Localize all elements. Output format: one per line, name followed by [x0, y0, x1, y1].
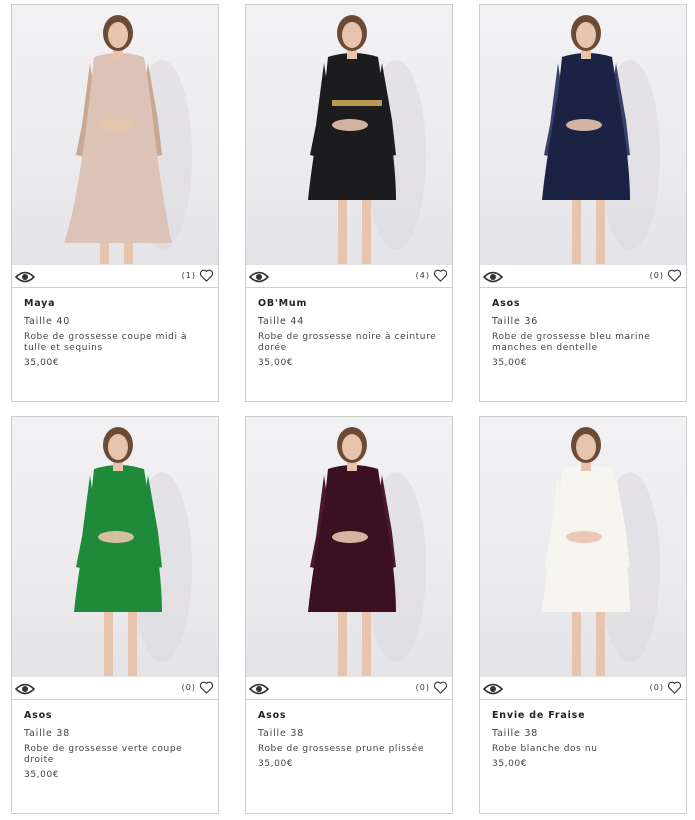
product-brand[interactable]: Maya — [24, 297, 208, 310]
eye-icon[interactable] — [482, 269, 504, 283]
like-count: (4) — [415, 271, 430, 280]
product-size: Taille 38 — [24, 728, 71, 739]
product-photo[interactable] — [480, 417, 686, 676]
product-photo[interactable] — [12, 5, 218, 264]
eye-icon[interactable] — [248, 269, 270, 283]
product-actions-bar: (0) — [480, 264, 686, 288]
heart-icon[interactable] — [667, 680, 682, 695]
product-brand[interactable]: OB'Mum — [258, 297, 442, 310]
like-count: (0) — [649, 271, 664, 280]
heart-icon[interactable] — [433, 268, 448, 283]
eye-icon[interactable] — [248, 681, 270, 695]
eye-icon[interactable] — [14, 681, 36, 695]
product-info: Asos Taille 38 Robe de grossesse verte c… — [24, 709, 208, 781]
product-card[interactable]: (0) Envie de Fraise Taille 38 Robe blanc… — [479, 416, 687, 814]
product-actions-bar: (1) — [12, 264, 218, 288]
heart-icon[interactable] — [199, 268, 214, 283]
product-description[interactable]: Robe de grossesse bleu marine manches en… — [492, 332, 676, 354]
product-actions-bar: (0) — [246, 676, 452, 700]
product-photo[interactable] — [12, 417, 218, 676]
product-price: 35,00€ — [258, 759, 294, 769]
product-price: 35,00€ — [24, 358, 60, 368]
eye-icon[interactable] — [14, 269, 36, 283]
product-actions-bar: (4) — [246, 264, 452, 288]
like-count: (0) — [181, 683, 196, 692]
product-size: Taille 38 — [492, 728, 539, 739]
product-brand[interactable]: Asos — [492, 297, 676, 310]
like-count: (0) — [649, 683, 664, 692]
like-count: (1) — [181, 271, 196, 280]
product-photo[interactable] — [480, 5, 686, 264]
like-count: (0) — [415, 683, 430, 692]
product-card[interactable]: (4) OB'Mum Taille 44 Robe de grossesse n… — [245, 4, 453, 402]
product-info: Envie de Fraise Taille 38 Robe blanche d… — [492, 709, 676, 770]
product-info: OB'Mum Taille 44 Robe de grossesse noire… — [258, 297, 442, 369]
product-card[interactable]: (0) Asos Taille 38 Robe de grossesse pru… — [245, 416, 453, 814]
product-grid: (1) Maya Taille 40 Robe de grossesse cou… — [0, 0, 695, 820]
product-card[interactable]: (0) Asos Taille 38 Robe de grossesse ver… — [11, 416, 219, 814]
product-price: 35,00€ — [24, 770, 60, 780]
product-brand[interactable]: Asos — [258, 709, 442, 722]
product-card[interactable]: (1) Maya Taille 40 Robe de grossesse cou… — [11, 4, 219, 402]
product-size: Taille 44 — [258, 316, 305, 327]
product-description[interactable]: Robe de grossesse coupe midi à tulle et … — [24, 332, 208, 354]
product-price: 35,00€ — [492, 358, 528, 368]
product-description[interactable]: Robe de grossesse noire à ceinture dorée — [258, 332, 442, 354]
product-price: 35,00€ — [492, 759, 528, 769]
product-info: Maya Taille 40 Robe de grossesse coupe m… — [24, 297, 208, 369]
product-actions-bar: (0) — [480, 676, 686, 700]
product-size: Taille 38 — [258, 728, 305, 739]
product-price: 35,00€ — [258, 358, 294, 368]
product-card[interactable]: (0) Asos Taille 36 Robe de grossesse ble… — [479, 4, 687, 402]
product-brand[interactable]: Envie de Fraise — [492, 709, 676, 722]
product-photo[interactable] — [246, 5, 452, 264]
heart-icon[interactable] — [667, 268, 682, 283]
product-actions-bar: (0) — [12, 676, 218, 700]
product-description[interactable]: Robe de grossesse prune plissée — [258, 744, 442, 755]
product-info: Asos Taille 38 Robe de grossesse prune p… — [258, 709, 442, 770]
product-brand[interactable]: Asos — [24, 709, 208, 722]
product-size: Taille 40 — [24, 316, 71, 327]
heart-icon[interactable] — [433, 680, 448, 695]
product-info: Asos Taille 36 Robe de grossesse bleu ma… — [492, 297, 676, 369]
product-photo[interactable] — [246, 417, 452, 676]
product-description[interactable]: Robe blanche dos nu — [492, 744, 676, 755]
product-description[interactable]: Robe de grossesse verte coupe droite — [24, 744, 208, 766]
product-size: Taille 36 — [492, 316, 539, 327]
heart-icon[interactable] — [199, 680, 214, 695]
eye-icon[interactable] — [482, 681, 504, 695]
